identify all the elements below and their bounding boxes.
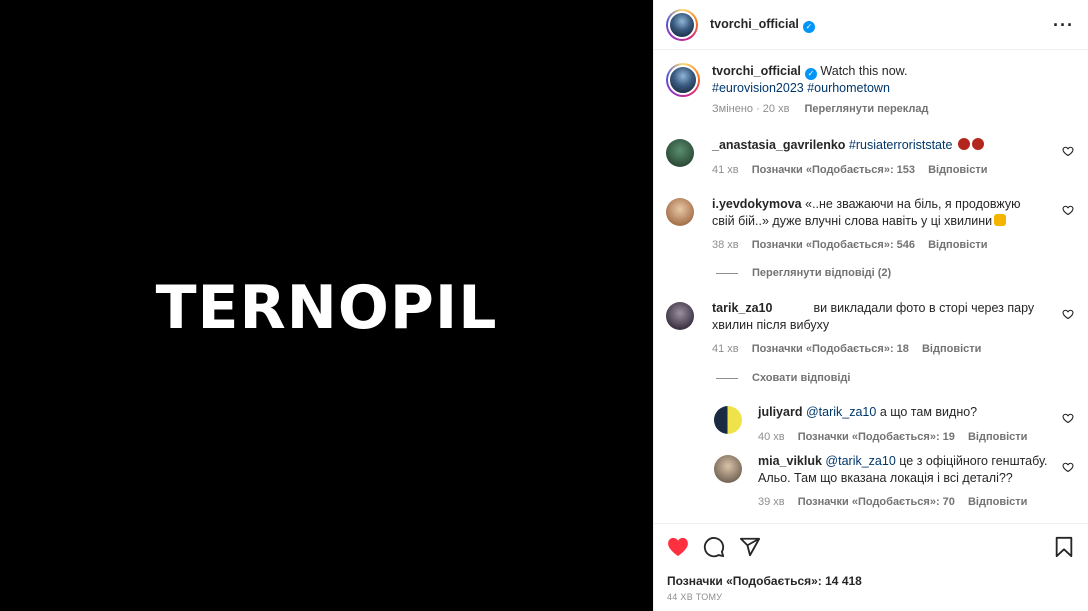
comment-item: i.yevdokymova «..не зважаючи на біль, я … — [666, 196, 1074, 254]
reply-button[interactable]: Відповісти — [968, 496, 1027, 508]
reply-mention[interactable]: @tarik_za10 — [825, 454, 895, 468]
heart-outline-icon[interactable] — [1062, 145, 1074, 157]
reply-mention[interactable]: @tarik_za10 — [806, 405, 876, 419]
comment-icon[interactable] — [703, 536, 725, 558]
verified-badge-icon: ✓ — [804, 68, 817, 80]
post-header: tvorchi_official ✓ ··· — [654, 0, 1088, 50]
hide-replies-button[interactable]: Сховати відповіді — [716, 372, 850, 384]
reply-time: 39 хв — [758, 496, 785, 508]
view-replies-label: Переглянути відповіді (2) — [752, 267, 892, 279]
share-icon[interactable] — [739, 536, 761, 558]
heart-outline-icon[interactable] — [1062, 412, 1074, 424]
post-actions: Позначки «Подобається»: 14 418 44 ХВ ТОМ… — [654, 523, 1088, 611]
comment-item: tarik_za10 ви викладали фото в сторі чер… — [666, 300, 1074, 358]
post-details-panel: tvorchi_official ✓ ··· tvorchi_official ✓ … — [653, 0, 1088, 611]
view-replies-button[interactable]: Переглянути відповіді (2) — [716, 267, 891, 279]
reply-item: juliyard @tarik_za10 а що там видно? 40 … — [714, 404, 1074, 445]
divider-line — [716, 272, 738, 274]
reply-body: juliyard @tarik_za10 а що там видно? 40 … — [758, 404, 1048, 445]
post-time-ago: 44 ХВ ТОМУ — [667, 592, 723, 602]
comment-likes-count[interactable]: Позначки «Подобається»: 546 — [752, 239, 915, 251]
caption-avatar[interactable] — [666, 63, 700, 97]
comment-likes-count[interactable]: Позначки «Подобається»: 18 — [752, 343, 909, 355]
reply-body: mia_vikluk @tarik_za10 це з офіційного г… — [758, 453, 1048, 511]
reply-item: mia_vikluk @tarik_za10 це з офіційного г… — [714, 453, 1074, 511]
reply-username[interactable]: mia_vikluk — [758, 454, 822, 468]
angry-face-emoji-icon — [957, 138, 970, 150]
hide-replies-label: Сховати відповіді — [752, 372, 851, 384]
heart-outline-icon[interactable] — [1062, 204, 1074, 216]
author-avatar[interactable] — [666, 8, 698, 41]
comment-item: _anastasia_gavrilenko #rusiaterroriststa… — [666, 137, 1074, 178]
author-username[interactable]: tvorchi_official — [710, 17, 799, 31]
caption-username[interactable]: tvorchi_official — [712, 64, 801, 78]
reply-button[interactable]: Відповісти — [928, 164, 987, 176]
commenter-avatar[interactable] — [666, 302, 694, 330]
flexed-biceps-emoji-icon — [994, 213, 1007, 226]
reply-username[interactable]: juliyard — [758, 405, 802, 419]
total-likes-count[interactable]: Позначки «Подобається»: 14 418 — [667, 574, 1074, 588]
comment-username[interactable]: _anastasia_gavrilenko — [712, 138, 845, 152]
caption-hashtags[interactable]: #eurovision2023 #ourhometown — [712, 80, 941, 97]
more-options-button[interactable]: ··· — [1053, 16, 1074, 34]
comment-text[interactable]: #rusiaterroriststate — [849, 138, 953, 152]
commenter-avatar[interactable] — [666, 198, 694, 226]
replier-avatar[interactable] — [714, 406, 742, 434]
reply-meta: 40 хв Позначки «Подобається»: 19 Відпові… — [758, 429, 1048, 446]
comment-body: i.yevdokymova «..не зважаючи на біль, я … — [712, 196, 1042, 254]
heart-outline-icon[interactable] — [1062, 308, 1074, 320]
reply-likes-count[interactable]: Позначки «Подобається»: 70 — [798, 496, 955, 508]
post-media[interactable]: TERNOPIL — [0, 0, 653, 611]
angry-face-emoji-icon — [971, 138, 984, 150]
post-viewer: TERNOPIL tvorchi_official ✓ ··· tvorchi_o… — [0, 0, 1088, 611]
comment-time: 41 хв — [712, 163, 739, 176]
see-translation-button[interactable]: Переглянути переклад — [805, 103, 929, 115]
replier-avatar[interactable] — [714, 455, 742, 483]
comment-username[interactable]: tarik_za10 — [712, 301, 772, 315]
comment-likes-count[interactable]: Позначки «Подобається»: 153 — [752, 164, 915, 176]
comment-meta: 41 хв Позначки «Подобається»: 153 Відпов… — [712, 162, 1042, 179]
post-caption: tvorchi_official ✓ Watch this now. #eurov… — [654, 51, 1088, 127]
comment-meta: 41 хв Позначки «Подобається»: 18 Відпові… — [712, 341, 1042, 358]
media-text: TERNOPIL — [155, 272, 498, 343]
comment-body: _anastasia_gavrilenko #rusiaterroriststa… — [712, 137, 1042, 178]
verified-badge-icon: ✓ — [802, 20, 815, 33]
commenter-avatar[interactable] — [666, 139, 694, 167]
reply-text: а що там видно? — [879, 405, 978, 419]
bookmark-icon[interactable] — [1054, 536, 1074, 558]
comments-scroll-area[interactable]: tvorchi_official ✓ Watch this now. #eurov… — [654, 51, 1088, 522]
divider-line — [716, 377, 738, 379]
heart-filled-icon[interactable] — [667, 537, 689, 557]
comment-username[interactable]: i.yevdokymova — [712, 197, 802, 211]
reply-button[interactable]: Відповісти — [922, 343, 981, 355]
reply-button[interactable]: Відповісти — [968, 431, 1027, 443]
edited-label: Змінено · 20 хв — [712, 103, 790, 115]
heart-outline-icon[interactable] — [1062, 461, 1074, 473]
reply-button[interactable]: Відповісти — [928, 239, 987, 251]
comment-time: 38 хв — [712, 239, 739, 251]
reply-likes-count[interactable]: Позначки «Подобається»: 19 — [798, 431, 955, 443]
comment-body: tarik_za10 ви викладали фото в сторі чер… — [712, 300, 1042, 358]
action-bar — [667, 536, 1074, 558]
reply-meta: 39 хв Позначки «Подобається»: 70 Відпові… — [758, 494, 1048, 511]
comment-time: 41 хв — [712, 343, 739, 355]
caption-body: tvorchi_official ✓ Watch this now. #eurov… — [712, 63, 941, 127]
caption-text: Watch this now. — [820, 64, 908, 78]
reply-time: 40 хв — [758, 430, 785, 443]
comment-meta: 38 хв Позначки «Подобається»: 546 Відпов… — [712, 237, 1042, 254]
caption-meta: Змінено · 20 хв Переглянути переклад — [712, 101, 941, 118]
